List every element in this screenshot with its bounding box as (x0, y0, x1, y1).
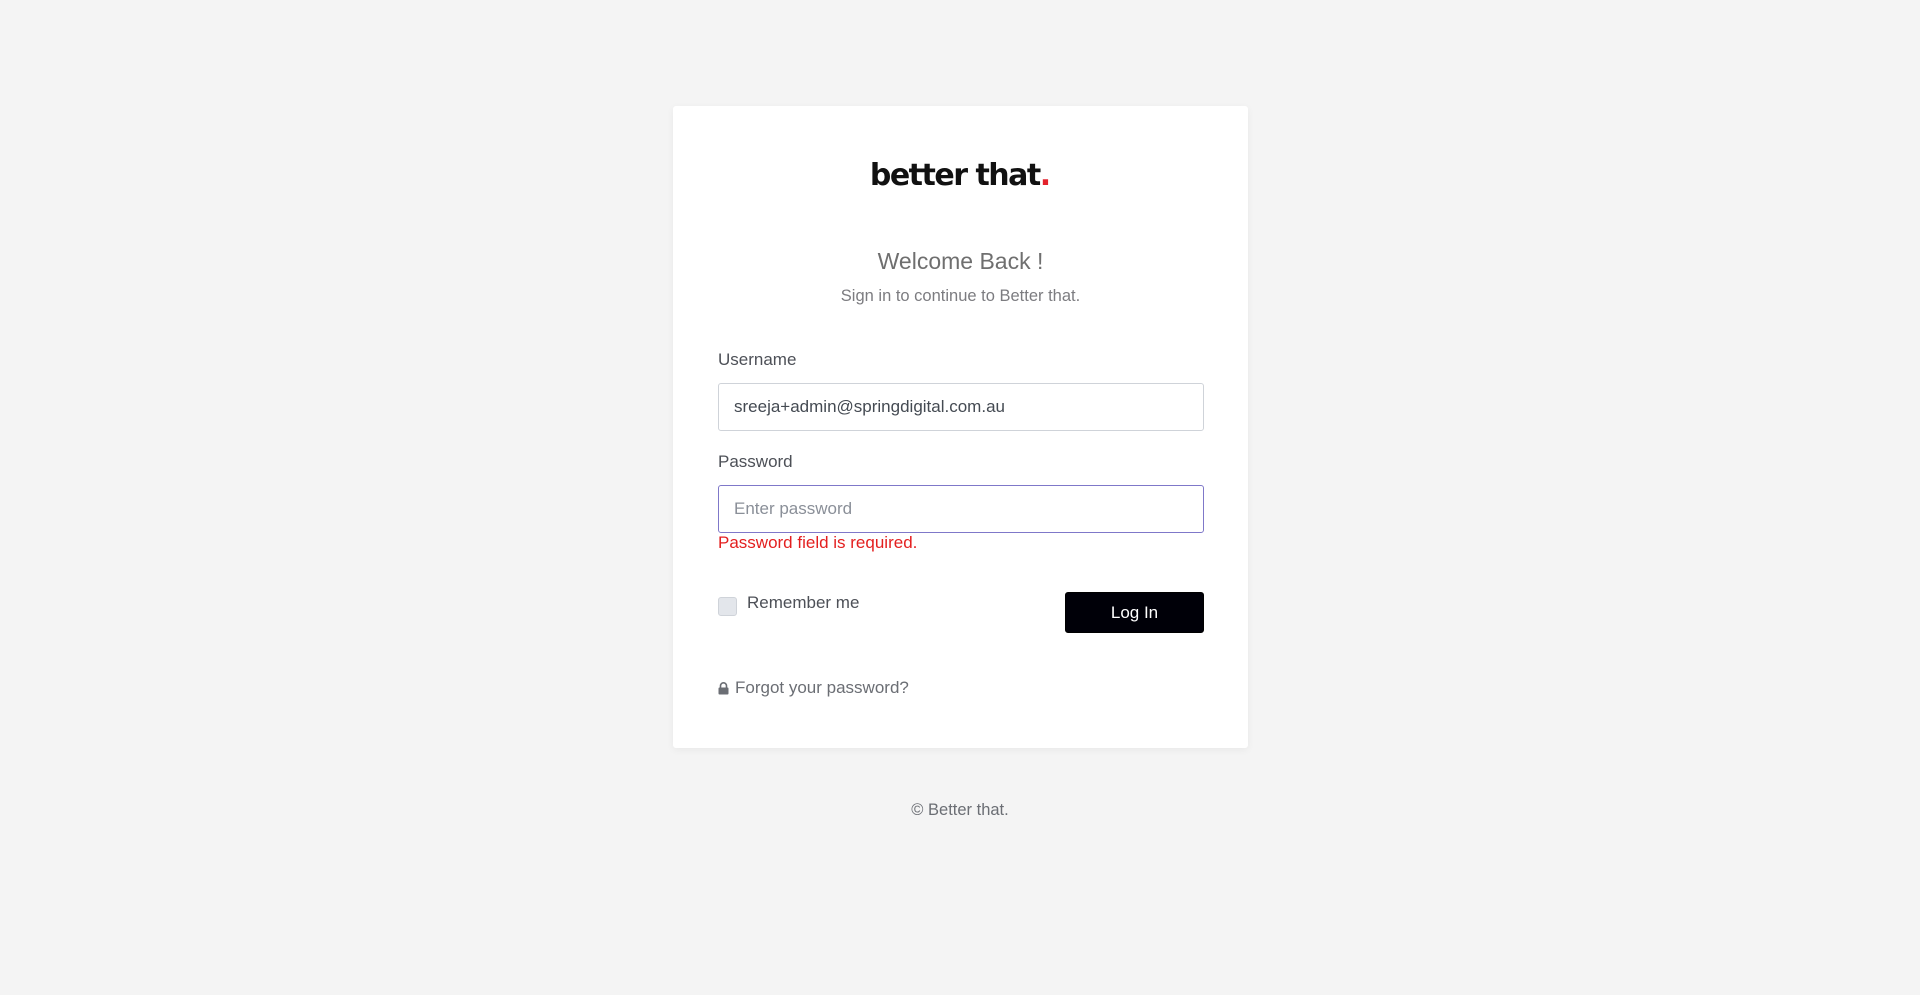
login-button[interactable]: Log In (1065, 592, 1204, 633)
forgot-password-link[interactable]: Forgot your password? (718, 678, 909, 698)
password-label: Password (718, 452, 793, 471)
page-title: Welcome Back ! (877, 248, 1044, 274)
login-card: better that. Welcome Back ! Sign in to c… (673, 106, 1248, 748)
brand-logo: better that. (673, 158, 1248, 193)
lock-icon (718, 681, 729, 695)
remember-me-checkbox[interactable] (718, 597, 737, 616)
footer-copyright: © Better that. (911, 801, 1009, 819)
forgot-password-label: Forgot your password? (735, 678, 909, 697)
page-subtitle: Sign in to continue to Better that. (840, 287, 1081, 305)
username-label: Username (718, 350, 797, 369)
remember-me-label[interactable]: Remember me (747, 593, 859, 613)
logo-text: better that (869, 158, 1041, 193)
logo-dot: . (1039, 158, 1052, 193)
username-input[interactable] (718, 383, 1204, 431)
password-input[interactable] (718, 485, 1204, 533)
password-error-message: Password field is required. (718, 533, 918, 552)
